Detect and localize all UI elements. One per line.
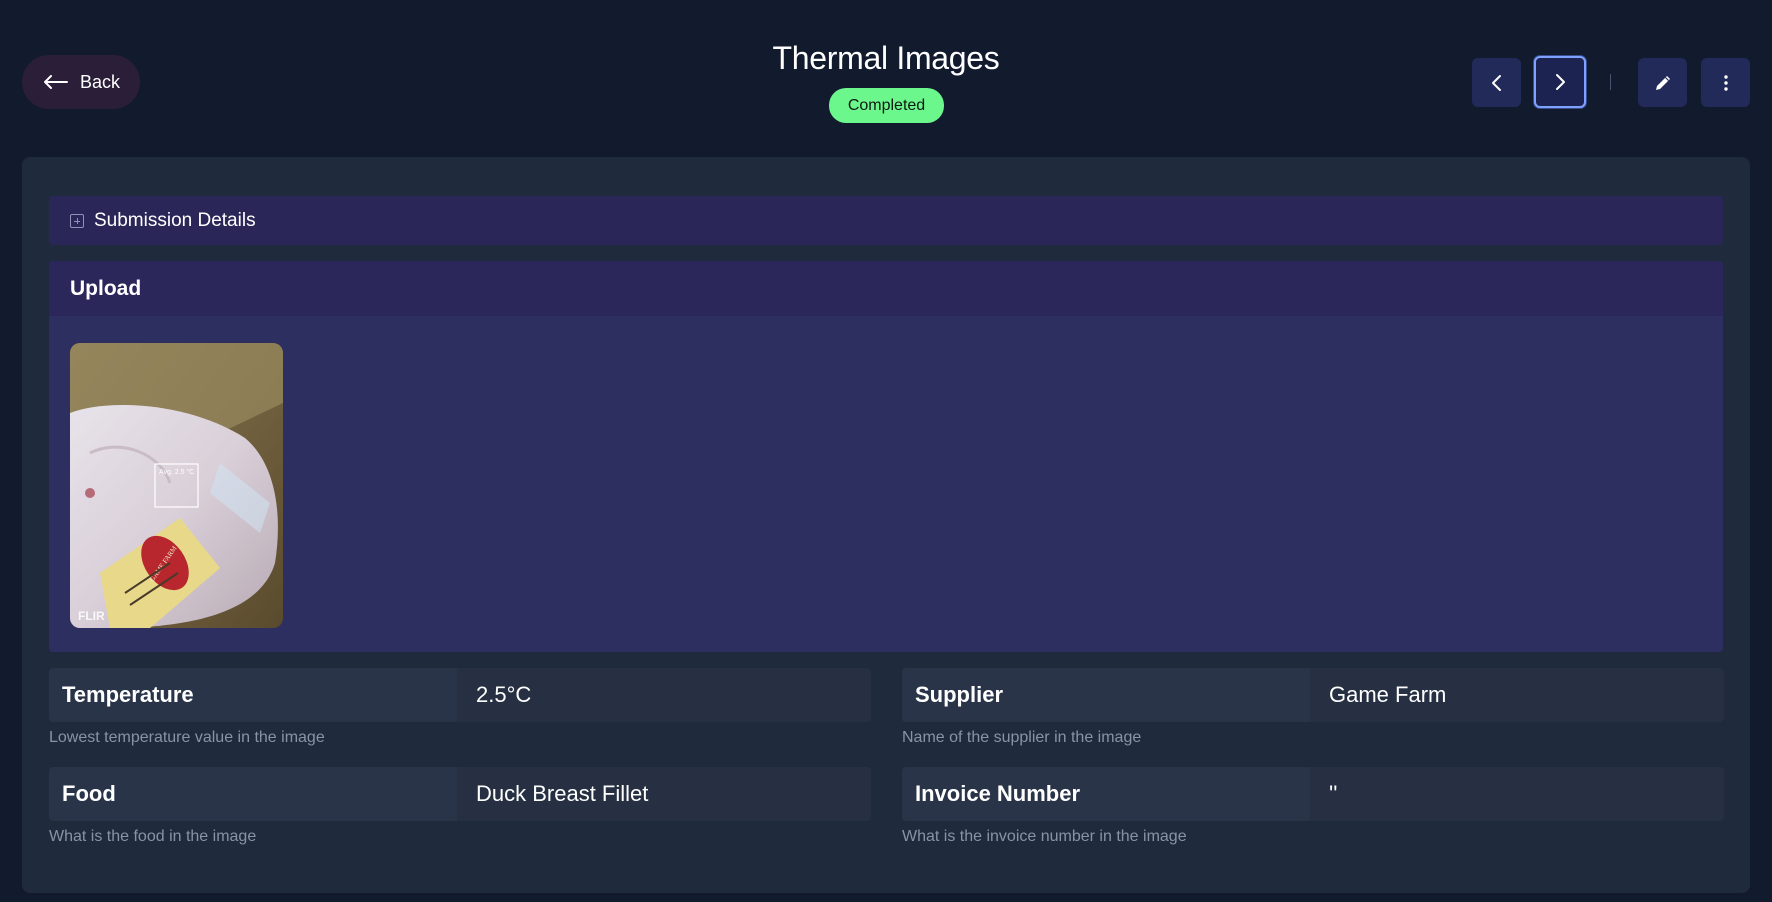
more-vertical-icon [1723, 74, 1728, 91]
edit-button[interactable] [1638, 58, 1687, 107]
pencil-icon [1655, 75, 1670, 90]
next-button[interactable] [1534, 56, 1586, 108]
more-options-button[interactable] [1701, 58, 1750, 107]
invoice-number-value[interactable]: '' [1310, 767, 1724, 821]
field-food: Food Duck Breast Fillet [49, 767, 871, 821]
expand-plus-icon [70, 213, 84, 228]
submission-panel: Submission Details Upload GAME FARM Avg.… [22, 157, 1750, 893]
chevron-left-icon [1491, 74, 1501, 91]
field-help-text: What is the food in the image [49, 828, 257, 845]
upload-title: Upload [49, 261, 1723, 316]
arrow-left-icon [44, 75, 68, 89]
field-help-text: Name of the supplier in the image [902, 729, 1142, 746]
toolbar-divider [1610, 74, 1611, 90]
temperature-value[interactable]: 2.5°C [457, 668, 871, 722]
temperature-overlay-label: Avg. 2.5 °C [159, 468, 194, 476]
field-supplier: Supplier Game Farm [902, 668, 1724, 722]
field-label: Food [49, 767, 457, 821]
supplier-value[interactable]: Game Farm [1310, 668, 1724, 722]
field-label: Supplier [902, 668, 1310, 722]
thermal-image-thumbnail[interactable]: GAME FARM Avg. 2.5 °C FLIR [70, 343, 283, 628]
field-help-text: What is the invoice number in the image [902, 828, 1187, 845]
chevron-right-icon [1556, 74, 1565, 90]
field-invoice-number: Invoice Number '' [902, 767, 1724, 821]
flir-watermark: FLIR [78, 609, 105, 623]
submission-details-label: Submission Details [94, 209, 256, 231]
food-value[interactable]: Duck Breast Fillet [457, 767, 871, 821]
submission-details-toggle[interactable]: Submission Details [49, 196, 1723, 245]
upload-section: Upload GAME FARM Avg. 2.5 °C FLIR [49, 261, 1723, 652]
previous-button[interactable] [1472, 58, 1521, 107]
field-label: Invoice Number [902, 767, 1310, 821]
field-label: Temperature [49, 668, 457, 722]
page-header: Back Thermal Images Completed [0, 0, 1772, 150]
thermal-image: GAME FARM Avg. 2.5 °C FLIR [70, 343, 283, 628]
status-badge: Completed [829, 88, 944, 123]
field-temperature: Temperature 2.5°C [49, 668, 871, 722]
field-help-text: Lowest temperature value in the image [49, 729, 325, 746]
